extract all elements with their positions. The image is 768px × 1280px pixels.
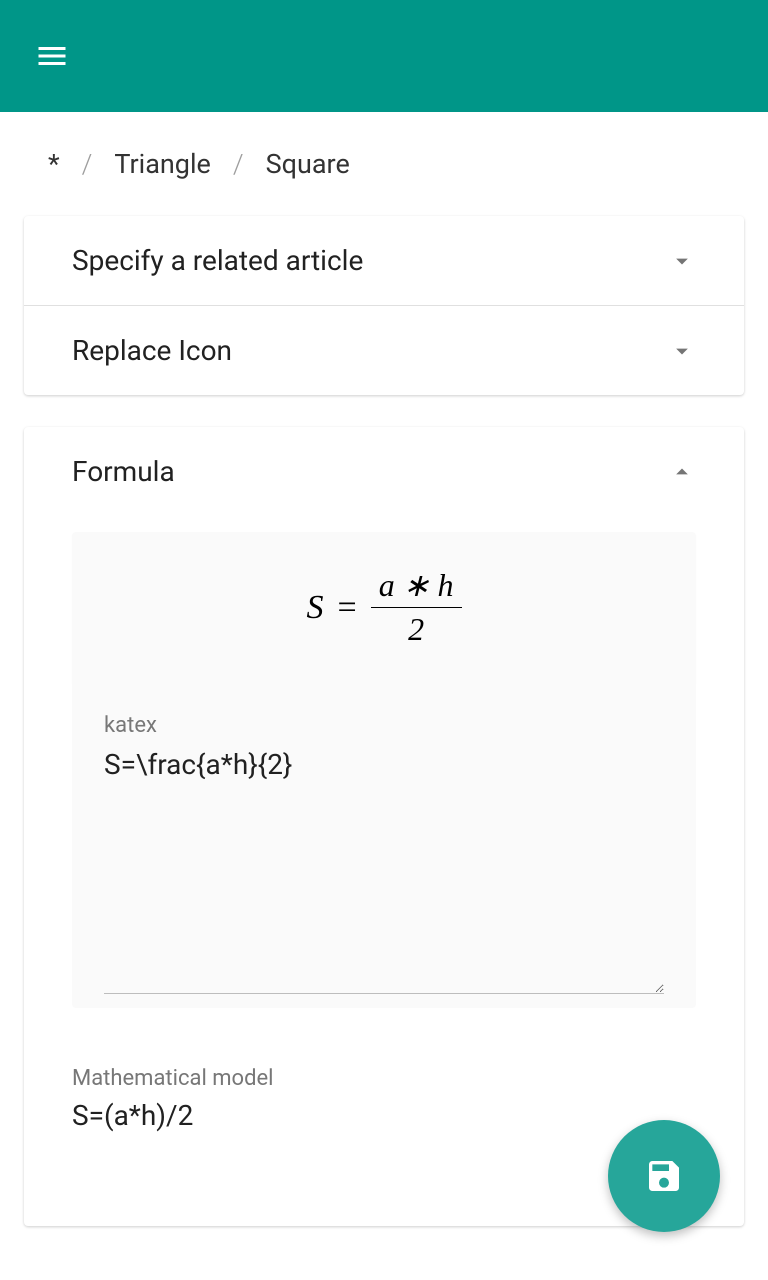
app-bar bbox=[0, 0, 768, 112]
breadcrumb-item-triangle[interactable]: Triangle bbox=[114, 148, 210, 180]
panel-replace-icon[interactable]: Replace Icon bbox=[24, 305, 744, 395]
formula-left: S bbox=[307, 589, 324, 627]
save-fab[interactable] bbox=[608, 1120, 720, 1232]
breadcrumb-root[interactable]: * bbox=[48, 148, 60, 180]
katex-field: katex S=\frac{a*h}{2} bbox=[72, 683, 696, 1008]
breadcrumb-item-square[interactable]: Square bbox=[266, 148, 350, 180]
menu-button[interactable] bbox=[28, 32, 76, 80]
formula-card: Formula S = a ∗ h 2 katex S=\frac{a*h}{2… bbox=[24, 427, 744, 1226]
panel-title: Specify a related article bbox=[72, 244, 363, 277]
chevron-down-icon bbox=[668, 247, 696, 275]
fraction-numerator: a ∗ h bbox=[371, 568, 462, 608]
model-label: Mathematical model bbox=[72, 1066, 696, 1091]
breadcrumb-separator: / bbox=[233, 148, 244, 180]
panel-related-article[interactable]: Specify a related article bbox=[24, 216, 744, 305]
settings-card: Specify a related article Replace Icon bbox=[24, 216, 744, 395]
formula-fraction: a ∗ h 2 bbox=[371, 568, 462, 647]
formula-preview: S = a ∗ h 2 bbox=[72, 532, 696, 683]
fraction-denominator: 2 bbox=[408, 608, 424, 647]
equals-sign: = bbox=[338, 589, 357, 627]
hamburger-icon bbox=[34, 38, 70, 74]
katex-input[interactable]: S=\frac{a*h}{2} bbox=[104, 744, 664, 994]
chevron-down-icon bbox=[668, 337, 696, 365]
panel-formula[interactable]: Formula bbox=[24, 427, 744, 516]
katex-label: katex bbox=[104, 713, 664, 738]
model-input[interactable] bbox=[72, 1097, 696, 1140]
chevron-up-icon bbox=[668, 458, 696, 486]
panel-title: Formula bbox=[72, 455, 175, 488]
panel-title: Replace Icon bbox=[72, 334, 232, 367]
model-field: Mathematical model bbox=[72, 1036, 696, 1150]
panel-formula-body: S = a ∗ h 2 katex S=\frac{a*h}{2} Mathem… bbox=[24, 532, 744, 1226]
breadcrumb-separator: / bbox=[82, 148, 93, 180]
breadcrumb: * / Triangle / Square bbox=[0, 112, 768, 216]
save-icon bbox=[644, 1156, 684, 1196]
